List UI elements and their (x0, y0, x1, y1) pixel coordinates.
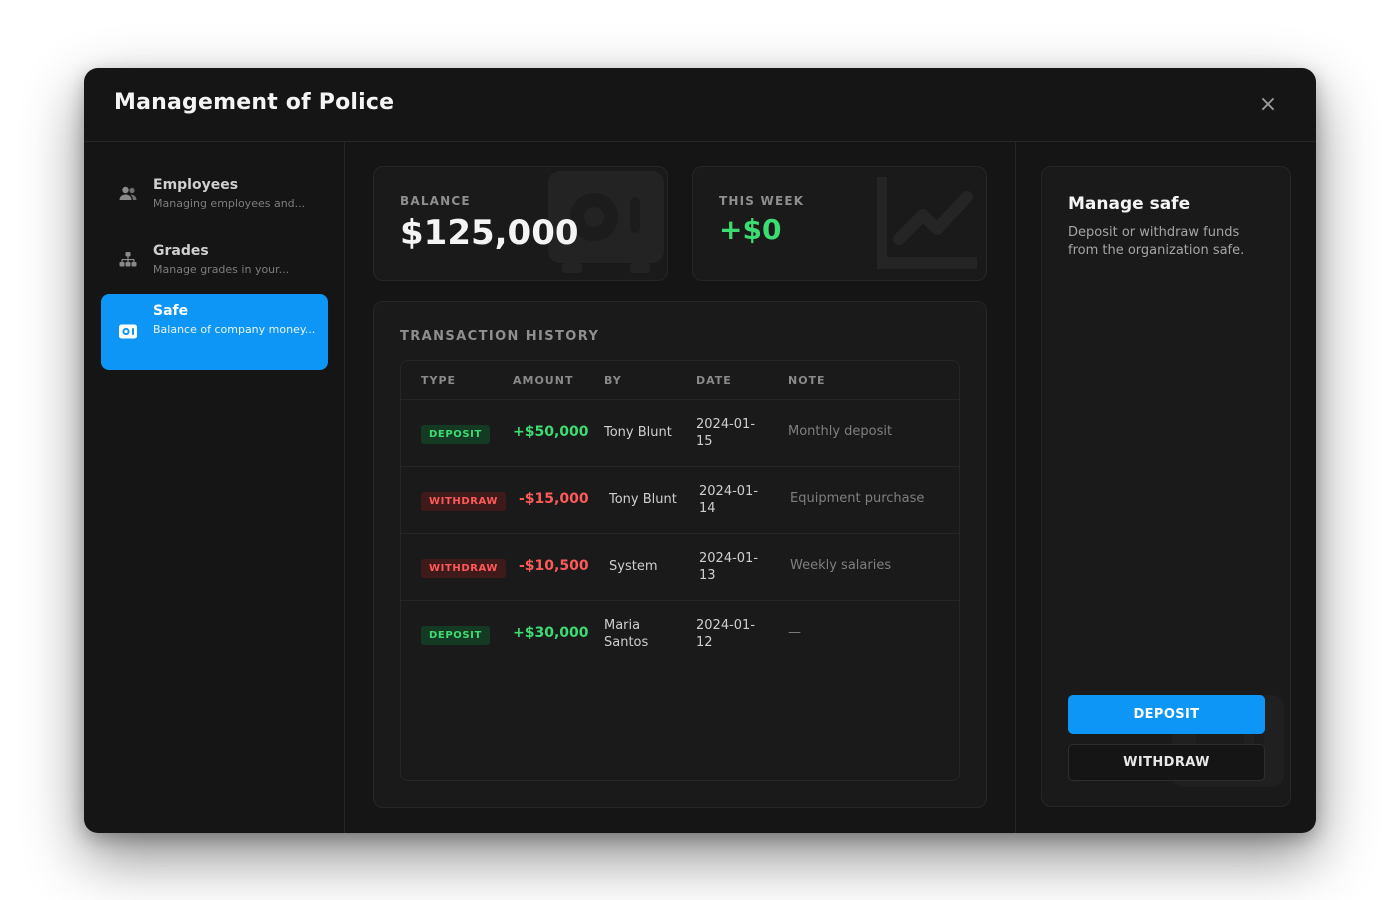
chart-watermark-icon (877, 177, 977, 269)
column-header-amount: AMOUNT (513, 374, 574, 387)
note-value: Weekly salaries (790, 558, 892, 573)
users-icon (119, 186, 137, 200)
date-line1: 2024-01- (696, 417, 756, 432)
type-badge: DEPOSIT (421, 425, 490, 444)
type-badge: DEPOSIT (421, 626, 490, 645)
this-week-value: +$0 (719, 213, 782, 246)
sidebar-item-safe[interactable]: Safe Balance of company money... (101, 294, 328, 370)
transaction-history-panel: TRANSACTION HISTORY TYPE AMOUNT BY DATE … (373, 301, 987, 808)
safe-icon (119, 324, 137, 339)
date-line1: 2024-01- (699, 484, 759, 499)
window-title: Management of Police (114, 90, 395, 115)
this-week-label: THIS WEEK (719, 194, 805, 208)
this-week-card: THIS WEEK +$0 (692, 166, 987, 281)
column-header-by: BY (604, 374, 622, 387)
manage-safe-card: Manage safe Deposit or withdraw funds fr… (1041, 166, 1291, 807)
balance-card: BALANCE $125,000 (373, 166, 668, 281)
note-value: Monthly deposit (788, 424, 893, 439)
management-window: Management of Police × Employees Managin… (84, 68, 1316, 833)
amount-value: -$10,500 (519, 558, 589, 574)
transaction-table: TYPE AMOUNT BY DATE NOTE DEPOSIT +$50,00… (400, 360, 960, 781)
close-icon[interactable]: × (1256, 93, 1280, 117)
table-row[interactable]: WITHDRAW -$10,500 System 2024-01- 13 Wee… (401, 533, 959, 600)
hierarchy-icon (119, 252, 137, 267)
date-line1: 2024-01- (696, 618, 756, 633)
table-row[interactable]: DEPOSIT +$30,000 Maria Santos 2024-01- 1… (401, 600, 959, 667)
sidebar-item-description: Balance of company money... (153, 323, 316, 336)
type-badge: WITHDRAW (421, 492, 507, 511)
by-value: System (609, 559, 658, 574)
sidebar-item-label: Employees (153, 177, 239, 193)
by-value: Tony Blunt (609, 492, 677, 507)
column-header-date: DATE (696, 374, 732, 387)
type-badge: WITHDRAW (421, 559, 507, 578)
amount-value: -$15,000 (519, 491, 589, 507)
amount-value: +$50,000 (513, 424, 589, 440)
date-line2: 14 (699, 501, 716, 516)
amount-value: +$30,000 (513, 625, 589, 641)
balance-label: BALANCE (400, 194, 471, 208)
by-value: Tony Blunt (604, 425, 672, 440)
right-panel: Manage safe Deposit or withdraw funds fr… (1015, 142, 1316, 833)
withdraw-button[interactable]: WITHDRAW (1068, 744, 1265, 781)
column-header-type: TYPE (421, 374, 457, 387)
date-line2: 12 (696, 635, 713, 650)
transaction-history-title: TRANSACTION HISTORY (400, 329, 600, 344)
table-row[interactable]: WITHDRAW -$15,000 Tony Blunt 2024-01- 14… (401, 466, 959, 533)
by-line2: Santos (604, 635, 649, 650)
sidebar: Employees Managing employees and... Grad… (84, 142, 345, 833)
table-row[interactable]: DEPOSIT +$50,000 Tony Blunt 2024-01- 15 … (401, 399, 959, 466)
manage-safe-description: Deposit or withdraw funds from the organ… (1068, 225, 1245, 258)
sidebar-item-description: Managing employees and... (153, 197, 306, 210)
note-value: — (788, 625, 801, 640)
note-value: Equipment purchase (790, 491, 925, 506)
manage-safe-title: Manage safe (1068, 194, 1191, 214)
sidebar-item-grades[interactable]: Grades Manage grades in your... (101, 234, 328, 294)
sidebar-item-description: Manage grades in your... (153, 263, 290, 276)
balance-value: $125,000 (400, 213, 579, 253)
sidebar-item-employees[interactable]: Employees Managing employees and... (101, 168, 328, 228)
window-header: Management of Police × (84, 68, 1316, 142)
column-header-note: NOTE (788, 374, 826, 387)
deposit-button[interactable]: DEPOSIT (1068, 695, 1265, 734)
sidebar-item-label: Safe (153, 303, 189, 319)
date-line2: 15 (696, 434, 713, 449)
date-line1: 2024-01- (699, 551, 759, 566)
by-line1: Maria (604, 618, 641, 633)
date-line2: 13 (699, 568, 716, 583)
sidebar-item-label: Grades (153, 243, 209, 259)
